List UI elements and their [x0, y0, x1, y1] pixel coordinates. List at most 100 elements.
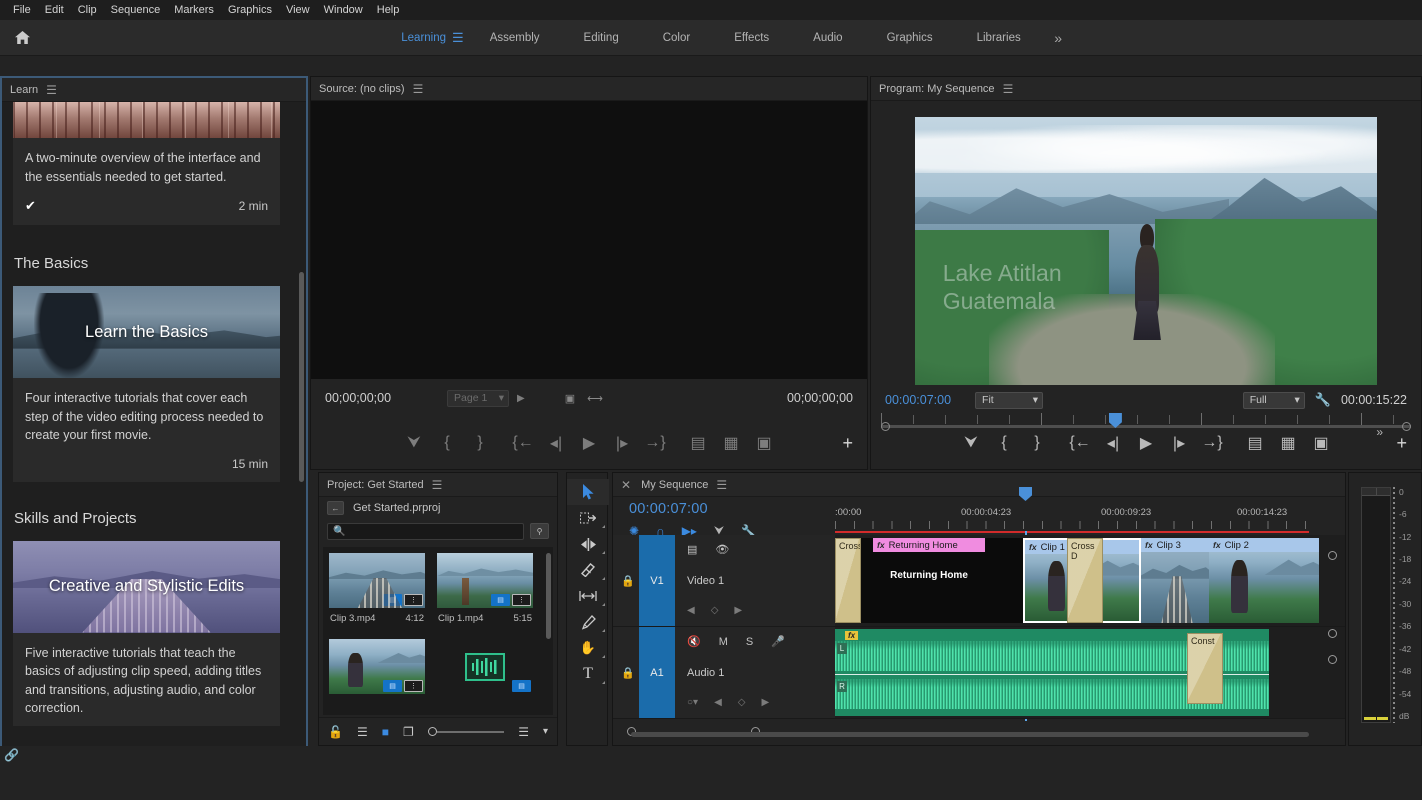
lock-icon[interactable]: 🔓: [328, 725, 343, 739]
home-button[interactable]: [0, 30, 44, 45]
hamburger-icon[interactable]: ☰: [716, 478, 727, 492]
search-box[interactable]: 🔍: [327, 522, 524, 540]
timeline-ruler[interactable]: :00:00 00:00:04:23 00:00:09:23 00:00:14:…: [835, 507, 1309, 531]
project-item[interactable]: ▤ ⋮: [323, 633, 431, 715]
learn-card-learn-the-basics[interactable]: Learn the Basics Four interactive tutori…: [13, 286, 280, 482]
timeline-playhead-timecode[interactable]: 00:00:07:00: [629, 501, 708, 517]
hamburger-icon[interactable]: ☰: [413, 82, 424, 96]
insert-button[interactable]: ▤: [682, 428, 715, 458]
mute-button-m[interactable]: M: [719, 636, 728, 648]
timeline-transition-cross-dissolve-1[interactable]: Cross: [835, 538, 861, 623]
go-to-in-button[interactable]: {←: [507, 428, 540, 458]
lock-icon[interactable]: 🔒: [621, 574, 635, 587]
program-playhead-timecode[interactable]: 00:00:07:00: [885, 393, 951, 407]
navigate-up-icon[interactable]: ←: [327, 501, 344, 515]
go-to-out-button[interactable]: →}: [639, 428, 672, 458]
ripple-edit-tool[interactable]: [567, 531, 609, 557]
list-view-icon[interactable]: ☰: [357, 725, 368, 739]
add-marker-button[interactable]: ⮟: [955, 428, 988, 458]
extract-button[interactable]: ▦: [1272, 428, 1305, 458]
track-header-a1[interactable]: 🔒 A1 🔇 M S 🎤 Audio 1 ○▾ ◀ ◇ ▶: [613, 627, 835, 719]
icon-view-icon[interactable]: ■: [382, 725, 389, 739]
mute-track-icon[interactable]: 🔇: [687, 635, 701, 648]
button-editor-plus[interactable]: +: [1396, 434, 1407, 452]
track-number-a1[interactable]: A1: [639, 627, 675, 718]
add-keyframe-icon[interactable]: ◇: [711, 605, 719, 616]
scroll-handle-bottom[interactable]: [1328, 655, 1337, 664]
workspace-menu-icon[interactable]: ☰: [452, 30, 468, 46]
play-stop-button[interactable]: ▶: [573, 428, 606, 458]
timeline-clip-2[interactable]: fx Clip 2: [1209, 538, 1319, 623]
project-item[interactable]: ▤ ⋮ Clip 3.mp4 4:12: [323, 547, 431, 633]
eye-icon[interactable]: 👁: [715, 543, 729, 556]
menu-graphics[interactable]: Graphics: [221, 1, 279, 19]
hamburger-icon[interactable]: ☰: [432, 478, 443, 492]
page-select-dropdown[interactable]: Page 1 ▾: [447, 389, 510, 407]
find-icon[interactable]: ⚲: [530, 523, 549, 539]
project-item[interactable]: ▤ ⋮ Clip 1.mp4 5:15: [431, 547, 539, 633]
selection-tool[interactable]: [567, 479, 609, 505]
microphone-icon[interactable]: 🎤: [771, 635, 785, 648]
step-forward-button[interactable]: |▸: [1163, 428, 1196, 458]
meter-clip-indicators[interactable]: [1362, 488, 1390, 496]
drag-handle-icon[interactable]: ⟷: [587, 392, 603, 405]
chevron-down-icon[interactable]: ▾: [543, 726, 548, 737]
overwrite-button[interactable]: ▦: [715, 428, 748, 458]
mark-out-button[interactable]: }: [1021, 428, 1054, 458]
source-duration-timecode[interactable]: 00;00;00;00: [787, 391, 853, 405]
learn-scrollbar[interactable]: [299, 272, 304, 482]
mark-out-button[interactable]: }: [464, 428, 497, 458]
timeline-horizontal-scrollbar[interactable]: [613, 727, 1315, 739]
zoom-level-dropdown[interactable]: Fit ▾: [975, 391, 1044, 409]
program-duration-timecode[interactable]: 00:00:15:22: [1341, 393, 1407, 407]
timeline-vertical-scrollbar[interactable]: [1328, 537, 1339, 719]
lift-button[interactable]: ▤: [1239, 428, 1272, 458]
transport-overflow-button[interactable]: »: [1376, 425, 1383, 439]
hand-tool[interactable]: ✋: [567, 635, 609, 661]
keyframe-dropdown-icon[interactable]: ○▾: [687, 697, 698, 708]
track-body-v1[interactable]: fx Returning Home Returning Home Cross f…: [835, 535, 1345, 627]
next-keyframe-icon[interactable]: ▶: [761, 697, 769, 708]
menu-markers[interactable]: Markers: [167, 1, 221, 19]
timeline-tab-label[interactable]: My Sequence: [641, 479, 708, 491]
hamburger-icon[interactable]: ☰: [1003, 82, 1014, 96]
add-keyframe-icon[interactable]: ◇: [738, 697, 746, 708]
timeline-playhead[interactable]: [1019, 487, 1032, 501]
step-back-button[interactable]: ◂|: [1097, 428, 1130, 458]
export-frame-button[interactable]: ▣: [748, 428, 781, 458]
play-stop-button[interactable]: ▶: [1130, 428, 1163, 458]
menu-help[interactable]: Help: [370, 1, 407, 19]
type-tool[interactable]: T: [567, 661, 609, 687]
playback-resolution-dropdown[interactable]: Full ▾: [1242, 391, 1305, 409]
timeline-clip-returning-home[interactable]: fx Returning Home Returning Home: [835, 538, 1023, 623]
track-select-forward-tool[interactable]: [567, 505, 609, 531]
timeline-clip-3[interactable]: fx Clip 3: [1141, 538, 1209, 623]
track-body-a1[interactable]: fx L R Const: [835, 627, 1345, 719]
learn-card-creative-stylistic-edits[interactable]: Creative and Stylistic Edits Five intera…: [13, 540, 280, 726]
timeline-audio-transition-constant[interactable]: Const: [1187, 633, 1223, 704]
tab-color[interactable]: Color: [641, 28, 712, 48]
menu-view[interactable]: View: [279, 1, 317, 19]
settings-button-icon[interactable]: ▣: [565, 392, 575, 405]
tab-libraries[interactable]: Libraries: [955, 28, 1043, 48]
audio-meter-bars[interactable]: [1361, 487, 1391, 723]
target-track-icon[interactable]: ▤: [687, 543, 697, 556]
menu-clip[interactable]: Clip: [71, 1, 104, 19]
go-to-in-button[interactable]: {←: [1064, 428, 1097, 458]
project-item-grid[interactable]: ▤ ⋮ Clip 3.mp4 4:12 ▤ ⋮ Clip 1.mp4 5:15 …: [323, 547, 553, 715]
tab-editing[interactable]: Editing: [562, 28, 641, 48]
project-item-audio[interactable]: ▤: [431, 633, 539, 715]
menu-window[interactable]: Window: [317, 1, 370, 19]
project-scrollbar[interactable]: [546, 553, 551, 639]
add-marker-button[interactable]: ⮟: [398, 428, 431, 458]
scroll-handle-top[interactable]: [1328, 551, 1337, 560]
link-status-icon[interactable]: 🔗: [4, 748, 19, 762]
hamburger-icon[interactable]: ☰: [46, 83, 57, 97]
razor-tool[interactable]: [567, 557, 609, 583]
playback-arrow-icon[interactable]: ▶: [517, 393, 525, 404]
close-icon[interactable]: ✕: [621, 478, 631, 492]
freeform-view-icon[interactable]: ❐: [403, 725, 414, 739]
next-keyframe-icon[interactable]: ▶: [734, 605, 742, 616]
button-editor-plus[interactable]: +: [842, 434, 853, 452]
menu-sequence[interactable]: Sequence: [104, 1, 168, 19]
